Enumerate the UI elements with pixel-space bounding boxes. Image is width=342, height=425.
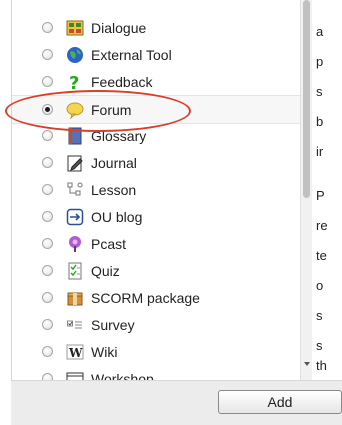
module-row-forum[interactable]: Forum: [12, 95, 300, 124]
microphone-icon: [66, 235, 84, 253]
module-label: OU blog: [91, 208, 143, 225]
module-row-survey[interactable]: Survey: [12, 311, 300, 338]
module-row-ou-blog[interactable]: OU blog: [12, 203, 300, 230]
module-row-glossary[interactable]: Glossary: [12, 122, 300, 149]
module-row-wiki[interactable]: W Wiki: [12, 338, 300, 365]
description-text-line: s: [316, 338, 323, 353]
module-label: Journal: [91, 154, 137, 171]
module-row-dialogue[interactable]: Dialogue: [12, 14, 300, 41]
module-label: SCORM package: [91, 289, 200, 306]
module-label: Wiki: [91, 343, 118, 360]
radio-wiki[interactable]: [42, 346, 53, 357]
description-text-line: re: [316, 218, 328, 233]
module-row-scorm-package[interactable]: SCORM package: [12, 284, 300, 311]
module-label: External Tool: [91, 46, 172, 63]
arrow-box-icon: [66, 208, 84, 226]
module-label: Quiz: [91, 262, 120, 279]
radio-quiz[interactable]: [42, 265, 53, 276]
module-row-pcast[interactable]: Pcast: [12, 230, 300, 257]
svg-text:?: ?: [69, 73, 79, 91]
checklist-icon: [66, 262, 84, 280]
radio-pcast[interactable]: [42, 238, 53, 249]
description-text-line: th: [316, 358, 327, 373]
list-scrollbar[interactable]: [300, 0, 312, 380]
radio-forum[interactable]: [42, 104, 53, 115]
description-text-line: a: [316, 24, 324, 39]
wiki-w-icon: W: [66, 343, 84, 361]
module-row-feedback[interactable]: ? Feedback: [12, 68, 300, 95]
module-row-external-tool[interactable]: External Tool: [12, 41, 300, 68]
book-icon: [66, 127, 84, 145]
module-label: Forum: [91, 101, 132, 118]
radio-survey[interactable]: [42, 319, 53, 330]
workshop-icon: [66, 370, 84, 380]
description-text-line: te: [316, 248, 327, 263]
scroll-down-arrow-icon[interactable]: [304, 362, 310, 366]
module-label: Feedback: [91, 73, 153, 90]
radio-dialogue[interactable]: [42, 22, 53, 33]
module-label: Pcast: [91, 235, 127, 252]
radio-journal[interactable]: [42, 157, 53, 168]
speech-bubble-icon: [66, 101, 84, 120]
activity-chooser-panel: Dialogue External Tool ? Feedback Forum …: [11, 0, 312, 380]
journal-pencil-icon: [66, 154, 84, 172]
dialogue-icon: [66, 19, 84, 37]
description-text-line: ir: [316, 144, 324, 159]
module-label: Survey: [91, 316, 135, 333]
survey-icon: [66, 316, 84, 334]
radio-scorm-package[interactable]: [42, 292, 53, 303]
radio-feedback[interactable]: [42, 76, 53, 87]
module-row-workshop[interactable]: Workshop: [12, 365, 300, 380]
radio-glossary[interactable]: [42, 130, 53, 141]
module-label: Dialogue: [91, 19, 147, 36]
module-row-journal[interactable]: Journal: [12, 149, 300, 176]
description-text-line: b: [316, 114, 324, 129]
description-text-line: p: [316, 54, 324, 69]
flowchart-icon: [66, 181, 84, 199]
add-button[interactable]: Add: [218, 390, 342, 414]
radio-ou-blog[interactable]: [42, 211, 53, 222]
module-label: Glossary: [91, 127, 147, 144]
package-icon: [66, 289, 84, 307]
question-mark-icon: ?: [66, 73, 84, 94]
module-row-quiz[interactable]: Quiz: [12, 257, 300, 284]
description-text-line: o: [316, 278, 324, 293]
radio-workshop[interactable]: [42, 373, 53, 380]
chooser-footer: Add: [11, 380, 342, 425]
module-label: Workshop: [91, 370, 154, 381]
module-row-lesson[interactable]: Lesson: [12, 176, 300, 203]
description-text-line: P: [316, 188, 325, 203]
module-label: Lesson: [91, 181, 137, 198]
scrollbar-thumb[interactable]: [303, 0, 310, 198]
radio-lesson[interactable]: [42, 184, 53, 195]
description-text-line: s: [316, 84, 323, 99]
svg-text:W: W: [68, 346, 83, 360]
description-text-line: s: [316, 308, 323, 323]
radio-external-tool[interactable]: [42, 49, 53, 60]
globe-icon: [66, 46, 84, 64]
